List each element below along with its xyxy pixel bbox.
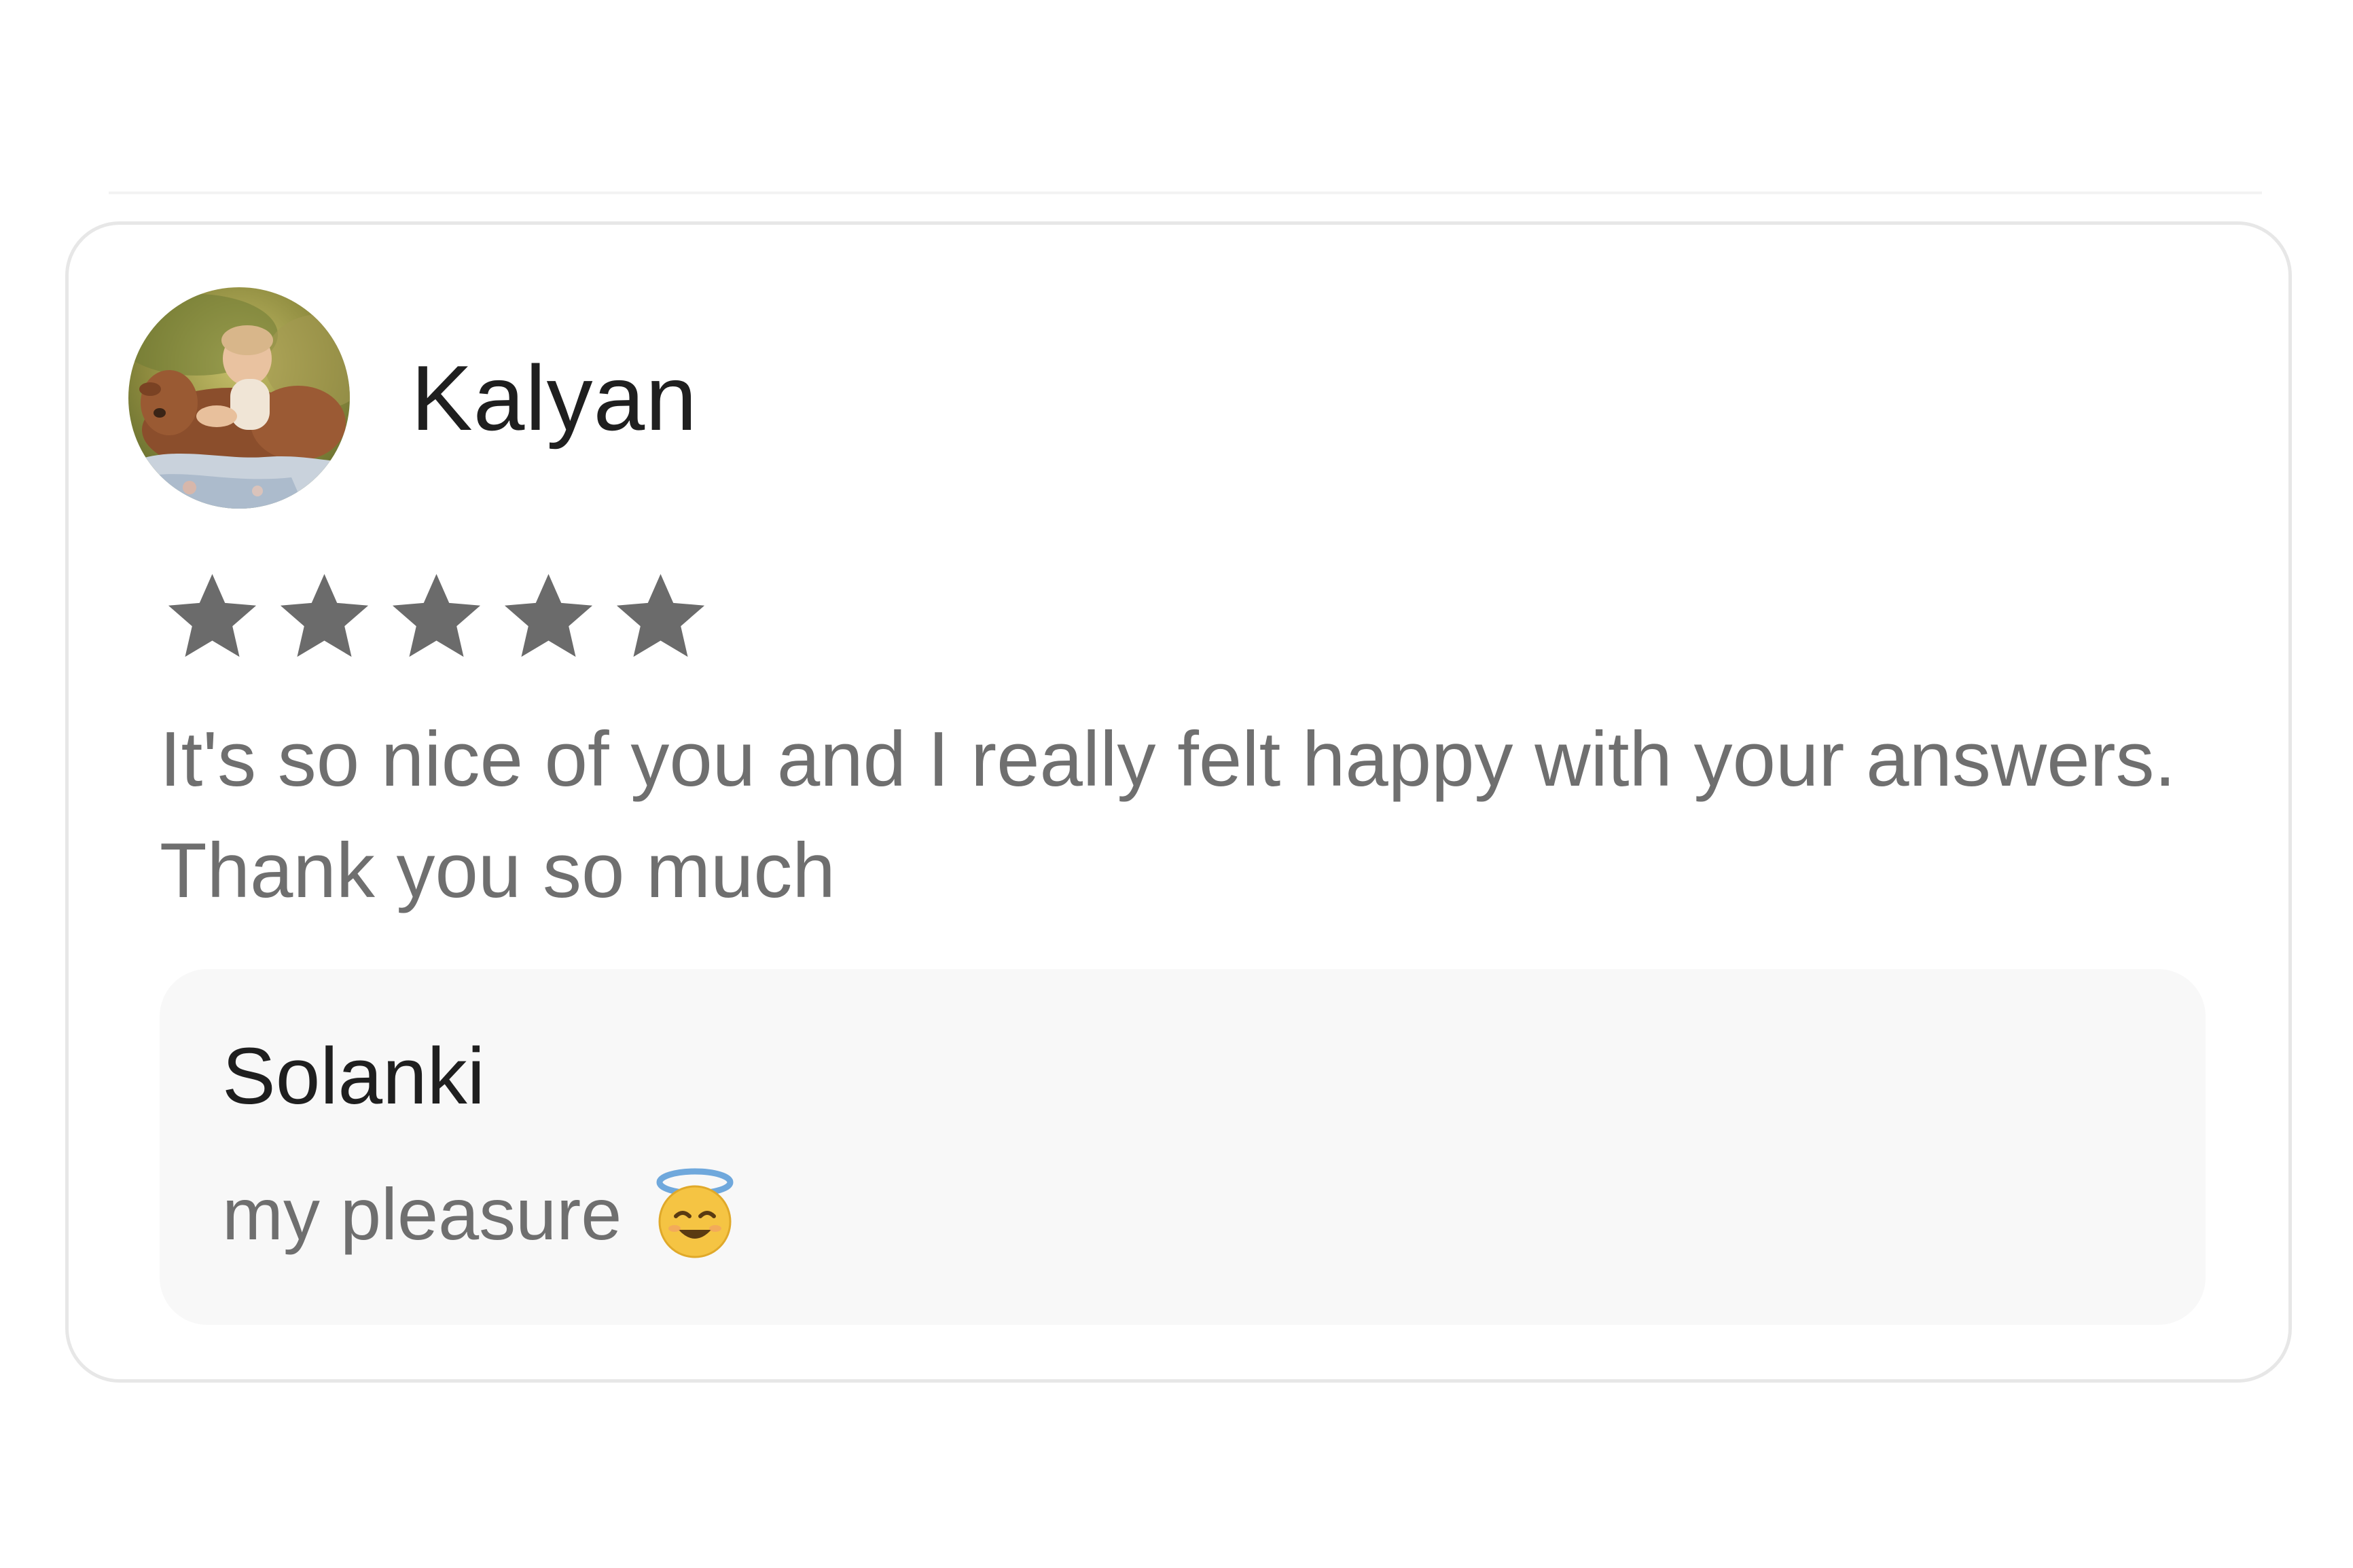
smiling-face-with-halo-icon xyxy=(647,1166,742,1261)
avatar[interactable] xyxy=(128,287,350,509)
review-text: It's so nice of you and I really felt ha… xyxy=(160,716,2176,914)
reply-message-text: my pleasure xyxy=(222,1172,622,1255)
star-icon xyxy=(608,564,713,670)
reply-author: Solanki xyxy=(222,1032,486,1121)
review-card: Kalyan It's so nice of you and I really … xyxy=(65,221,2292,1383)
star-icon xyxy=(160,564,265,670)
reviewer-header: Kalyan xyxy=(128,287,698,509)
star-rating xyxy=(160,564,713,670)
star-icon xyxy=(272,564,377,670)
reply-box: Solanki my pleasure xyxy=(160,969,2206,1325)
reply-message: my pleasure xyxy=(222,1166,742,1261)
avatar-photo-icon xyxy=(128,287,350,509)
star-icon xyxy=(384,564,489,670)
top-divider xyxy=(109,192,2262,194)
star-icon xyxy=(496,564,601,670)
reviewer-name: Kalyan xyxy=(411,346,698,450)
